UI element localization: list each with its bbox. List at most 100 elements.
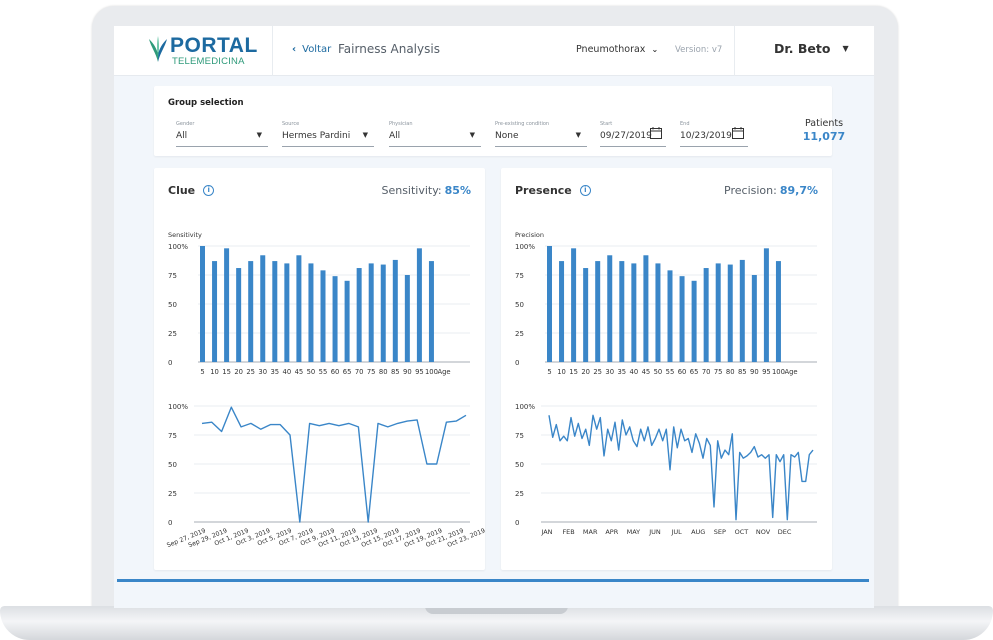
x-tick-label: MAY xyxy=(627,528,641,536)
bar xyxy=(296,255,302,362)
calendar-icon[interactable] xyxy=(650,127,662,139)
x-tick-label: 80 xyxy=(379,368,388,376)
logo-leaf-icon xyxy=(149,36,167,62)
presence-panel: Presence i Precision: 89,7% Precision 0 25 5… xyxy=(501,168,832,570)
y-tick-label: 100% xyxy=(515,403,535,411)
y-tick-label: 100% xyxy=(515,243,535,251)
patients-count: Patients 11,077 xyxy=(794,118,854,143)
x-tick-label: APR xyxy=(605,528,618,536)
bar xyxy=(571,248,577,362)
bar xyxy=(332,276,338,362)
bar xyxy=(236,268,242,362)
x-axis-label: Age xyxy=(437,368,450,376)
header-divider xyxy=(734,26,735,76)
x-tick-label: 65 xyxy=(343,368,352,376)
bar xyxy=(595,261,601,362)
x-tick-label: SEP xyxy=(714,528,726,536)
bar xyxy=(212,261,218,362)
footer-accent-bar xyxy=(117,579,869,582)
calendar-icon[interactable] xyxy=(732,127,744,139)
bar xyxy=(739,259,745,362)
bar xyxy=(380,264,386,362)
x-tick-label: NOV xyxy=(756,528,771,536)
field-value: None xyxy=(495,131,519,141)
logo-title: PORTAL xyxy=(170,34,258,57)
y-tick-label: 0 xyxy=(515,359,519,367)
y-tick-label: 50 xyxy=(168,461,177,469)
x-tick-label: JUL xyxy=(670,528,682,536)
x-tick-label: 95 xyxy=(762,368,771,376)
bar xyxy=(583,268,589,362)
bar xyxy=(751,275,757,362)
y-axis-label: Sensitivity xyxy=(168,231,202,239)
x-tick-label: 55 xyxy=(666,368,675,376)
x-tick-label: 100 xyxy=(425,368,438,376)
x-tick-label: 75 xyxy=(367,368,376,376)
y-tick-label: 100% xyxy=(168,243,188,251)
page-title: Fairness Analysis xyxy=(338,42,440,56)
x-tick-label: MAR xyxy=(583,528,598,536)
physician-select[interactable]: Physician All ▼ xyxy=(389,121,481,147)
bar xyxy=(428,261,434,362)
top-bar: PORTAL TELEMEDICINA ‹ Voltar Fairness An… xyxy=(114,26,874,76)
precision-bar-chart: Precision0255075100%5 10 15 20 25 30 35 40 45 50 5… xyxy=(515,231,817,536)
bar xyxy=(356,268,362,362)
bar xyxy=(260,255,266,362)
field-label: Physician xyxy=(389,121,413,127)
x-tick-label: 30 xyxy=(258,368,267,376)
x-tick-label: 5 xyxy=(547,368,551,376)
x-tick-label: 35 xyxy=(617,368,626,376)
bar xyxy=(631,263,637,362)
series-line xyxy=(201,406,467,523)
x-tick-label: 20 xyxy=(234,368,243,376)
y-tick-label: 100% xyxy=(168,403,188,411)
bar xyxy=(607,255,613,362)
end-date-input[interactable]: End 10/23/2019 xyxy=(680,121,748,147)
chevron-down-icon: ⌄ xyxy=(651,45,659,54)
y-tick-label: 50 xyxy=(168,301,177,309)
bar xyxy=(691,280,697,362)
bar xyxy=(284,263,290,362)
x-tick-label: OCT xyxy=(735,528,749,536)
x-tick-label: 55 xyxy=(319,368,328,376)
field-value: Hermes Pardini xyxy=(282,131,351,141)
source-select[interactable]: Source Hermes Pardini ▼ xyxy=(282,121,374,147)
caret-down-icon: ▼ xyxy=(469,131,475,139)
bar xyxy=(416,248,422,362)
x-tick-label: 70 xyxy=(702,368,711,376)
y-tick-label: 75 xyxy=(515,272,524,280)
field-label: Start xyxy=(600,121,613,127)
bar xyxy=(667,270,673,362)
user-menu[interactable]: Dr. Beto ▼ xyxy=(774,41,849,56)
gender-select[interactable]: Gender All ▼ xyxy=(176,121,268,147)
x-tick-label: 25 xyxy=(246,368,255,376)
field-value: All xyxy=(176,131,188,141)
back-link[interactable]: ‹ Voltar xyxy=(292,44,331,55)
bar xyxy=(344,280,350,362)
y-tick-label: 25 xyxy=(168,330,177,338)
x-tick-label: 5 xyxy=(200,368,204,376)
x-tick-label: 40 xyxy=(630,368,639,376)
bar xyxy=(703,268,709,362)
x-tick-label: JUN xyxy=(648,528,661,536)
group-selection-title: Group selection xyxy=(168,98,244,108)
x-tick-label: 30 xyxy=(605,368,614,376)
x-tick-label: 90 xyxy=(403,368,412,376)
bar xyxy=(200,246,205,362)
x-tick-label: 40 xyxy=(283,368,292,376)
x-tick-label: 25 xyxy=(593,368,602,376)
bar xyxy=(320,270,326,362)
caret-down-icon: ▼ xyxy=(575,131,581,139)
condition-filter-select[interactable]: Pre-existing condition None ▼ xyxy=(495,121,587,147)
bar xyxy=(559,261,565,362)
y-tick-label: 0 xyxy=(168,519,172,527)
x-tick-label: 10 xyxy=(557,368,566,376)
bar xyxy=(679,276,685,362)
condition-select[interactable]: Pneumothorax ⌄ xyxy=(576,44,658,55)
x-tick-label: 15 xyxy=(569,368,578,376)
header-divider xyxy=(272,26,273,76)
x-tick-label: 45 xyxy=(642,368,651,376)
start-date-input[interactable]: Start 09/27/2019 xyxy=(600,121,666,147)
sensitivity-bar-chart: Sensitivity0255075100%5 10 15 20 25 30 35 40 45 5… xyxy=(166,231,485,549)
x-tick-label: AUG xyxy=(691,528,705,536)
